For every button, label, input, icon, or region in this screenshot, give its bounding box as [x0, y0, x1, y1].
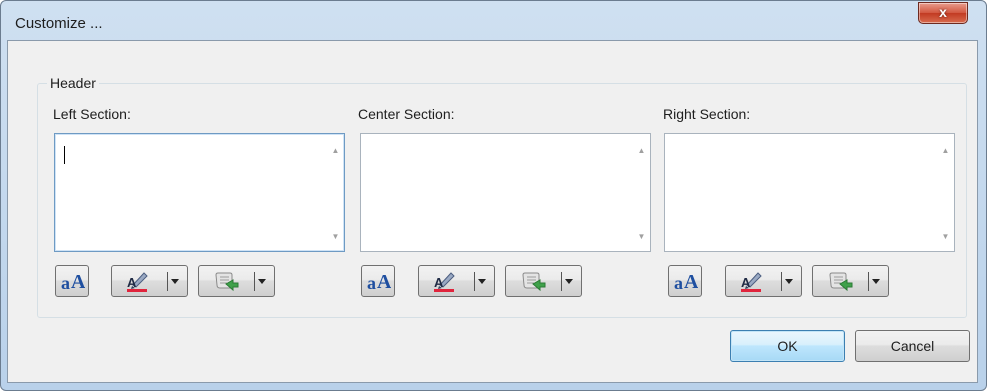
svg-text:a: a	[367, 273, 376, 293]
split-separator	[167, 272, 168, 291]
center-text-color-button[interactable]: A	[418, 265, 495, 297]
title-bar: Customize ... x	[1, 1, 986, 41]
format-text-icon: a A	[61, 271, 85, 293]
left-insert-field-button[interactable]	[198, 265, 275, 297]
insert-field-icon	[522, 272, 546, 292]
insert-field-icon	[829, 272, 853, 292]
svg-text:a: a	[674, 273, 683, 293]
svg-text:A: A	[741, 275, 751, 290]
text-caret	[64, 146, 65, 164]
svg-text:A: A	[71, 271, 85, 293]
scroll-up-icon[interactable]: ▲	[633, 142, 650, 159]
scroll-down-icon[interactable]: ▼	[327, 228, 344, 245]
right-format-text-button[interactable]: a A	[668, 265, 702, 297]
center-section-textarea[interactable]: ▲ ▼	[360, 133, 651, 252]
left-format-text-button[interactable]: a A	[55, 265, 89, 297]
cancel-button[interactable]: Cancel	[855, 330, 970, 362]
format-text-icon: a A	[367, 271, 391, 293]
split-separator	[474, 272, 475, 291]
window-title: Customize ...	[15, 15, 103, 32]
split-separator	[254, 272, 255, 291]
chevron-down-icon[interactable]	[872, 279, 880, 284]
right-section-textarea[interactable]: ▲ ▼	[664, 133, 955, 252]
close-icon: x	[939, 4, 947, 20]
center-format-text-button[interactable]: a A	[361, 265, 395, 297]
svg-text:a: a	[61, 273, 70, 293]
right-text-color-button[interactable]: A	[725, 265, 802, 297]
close-button[interactable]: x	[918, 2, 968, 24]
ok-button[interactable]: OK	[730, 330, 845, 362]
chevron-down-icon[interactable]	[258, 279, 266, 284]
scroll-up-icon[interactable]: ▲	[937, 142, 954, 159]
center-insert-field-button[interactable]	[505, 265, 582, 297]
left-section-label: Left Section:	[53, 106, 131, 122]
svg-text:A: A	[377, 271, 391, 293]
format-text-icon: a A	[674, 271, 698, 293]
scroll-down-icon[interactable]: ▼	[633, 228, 650, 245]
header-group-legend: Header	[47, 75, 99, 91]
svg-text:A: A	[127, 275, 137, 290]
chevron-down-icon[interactable]	[565, 279, 573, 284]
insert-field-icon	[215, 272, 239, 292]
text-color-icon: A	[741, 272, 762, 292]
left-vertical-scrollbar[interactable]: ▲ ▼	[327, 134, 344, 251]
scroll-up-icon[interactable]: ▲	[327, 142, 344, 159]
text-color-icon: A	[434, 272, 455, 292]
right-section-label: Right Section:	[663, 106, 751, 122]
chevron-down-icon[interactable]	[478, 279, 486, 284]
chevron-down-icon[interactable]	[171, 279, 179, 284]
split-separator	[868, 272, 869, 291]
split-separator	[561, 272, 562, 291]
svg-text:A: A	[434, 275, 444, 290]
svg-text:A: A	[684, 271, 698, 293]
scroll-down-icon[interactable]: ▼	[937, 228, 954, 245]
center-section-label: Center Section:	[358, 106, 455, 122]
center-vertical-scrollbar[interactable]: ▲ ▼	[633, 134, 650, 251]
right-insert-field-button[interactable]	[812, 265, 889, 297]
left-text-color-button[interactable]: A	[111, 265, 188, 297]
chevron-down-icon[interactable]	[785, 279, 793, 284]
right-vertical-scrollbar[interactable]: ▲ ▼	[937, 134, 954, 251]
text-color-icon: A	[127, 272, 148, 292]
split-separator	[781, 272, 782, 291]
left-section-textarea[interactable]: ▲ ▼	[54, 133, 345, 252]
